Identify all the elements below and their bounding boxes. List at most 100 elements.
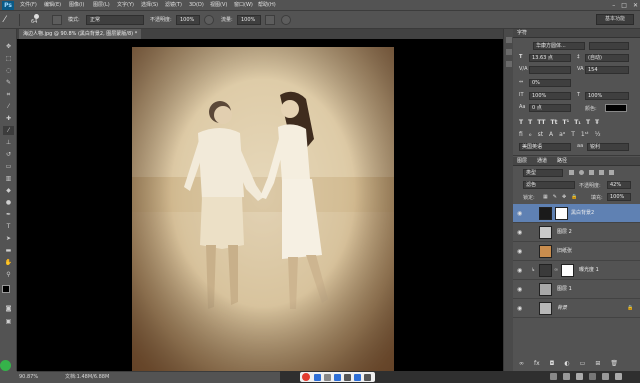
menu-3d[interactable]: 3D(D) [189,1,204,10]
leading-field[interactable]: (自动) [585,54,629,62]
delete-layer-icon[interactable]: 🗑 [610,360,618,367]
opacity-field[interactable]: 100% [176,15,200,25]
ligature-icon[interactable]: fi [519,131,523,138]
airbrush-icon[interactable] [265,15,275,25]
anti-alias-select[interactable]: 锐利 [587,143,629,151]
network-icon[interactable] [563,373,570,380]
visibility-eye-icon[interactable]: ◉ [517,248,524,255]
layer-row-1[interactable]: ◉ 图层 1 [513,280,640,299]
document-tab[interactable]: 海边人物.jpg @ 90.8% (黑白背景2, 图层蒙版/8) * [19,29,142,39]
eraser-icon[interactable]: ▭ [3,162,14,171]
fill-field[interactable]: 100% [607,193,631,201]
shape-tool-icon[interactable]: ▬ [3,246,14,255]
menu-layer[interactable]: 图层(L) [93,1,110,10]
visibility-eye-icon[interactable]: ◉ [517,286,524,293]
layer-kind-filter[interactable]: 类型 [523,169,563,177]
new-layer-icon[interactable]: ⊞ [595,360,600,367]
move-tool-icon[interactable]: ✥ [3,42,14,51]
brush-preset-picker[interactable]: 64 [30,14,46,26]
ordinal-icon[interactable]: aᵃ [559,131,565,138]
workspace-select[interactable]: 基本功能 [596,14,634,25]
type-tool-icon[interactable]: T [3,222,14,231]
lock-pixels-icon[interactable]: ▦ [543,194,548,200]
history-panel-icon[interactable] [506,37,512,43]
tray-icon[interactable] [602,373,609,380]
fraction-icon[interactable]: T [571,131,575,138]
layer-style-icon[interactable]: fx [534,360,540,367]
visibility-eye-icon[interactable]: ◉ [517,305,524,312]
font-style-select[interactable] [589,42,629,50]
vertical-scale-field[interactable]: 100% [529,92,571,100]
visibility-eye-icon[interactable]: ◉ [517,229,524,236]
visibility-eye-icon[interactable]: ◉ [517,267,524,274]
menu-type[interactable]: 文字(Y) [117,1,134,10]
pixel-filter-icon[interactable] [569,170,574,175]
layer-row-exposure[interactable]: ◉ ↳ ∞ 曝光度 1 [513,261,640,280]
menu-file[interactable]: 文件(F) [20,1,37,10]
zoom-tool-icon[interactable]: ⚲ [3,270,14,279]
menu-edit[interactable]: 编辑(E) [44,1,61,10]
gradient-tool-icon[interactable]: ▥ [3,174,14,183]
underline-icon[interactable]: T [586,119,590,126]
titling-icon[interactable]: A [549,131,553,138]
font-size-field[interactable]: 13.63 点 [529,54,571,62]
foreground-color[interactable] [2,285,10,293]
dodge-tool-icon[interactable]: ● [3,198,14,207]
shape-filter-icon[interactable] [599,170,604,175]
paragraph-panel-icon[interactable] [506,61,512,67]
tab-layers[interactable]: 图层 [517,157,527,165]
ime-logo-icon[interactable] [302,373,310,381]
new-group-icon[interactable]: ▭ [580,360,586,367]
healing-brush-icon[interactable]: ✚ [3,114,14,123]
mode-select[interactable]: 正常 [86,15,144,25]
character-panel-tab[interactable]: 字符 [513,29,640,38]
volume-icon[interactable] [576,373,583,380]
layer-opacity-field[interactable]: 42% [607,181,631,189]
tray-icon[interactable] [615,373,622,380]
lasso-tool-icon[interactable]: ◌ [3,66,14,75]
baseline-field[interactable]: 0 点 [529,104,571,112]
quick-select-icon[interactable]: ✎ [3,78,14,87]
green-circle-icon[interactable] [0,360,11,371]
all-caps-icon[interactable]: TT [537,119,545,126]
layer-row-background[interactable]: ◉ 背景 🔒 [513,299,640,318]
swash-icon[interactable]: ℴ [529,131,532,138]
brush-panel-icon[interactable] [52,15,62,25]
lock-move-icon[interactable]: ✥ [562,194,566,200]
layer-row-old-paper[interactable]: ◉ 旧纸张 [513,242,640,261]
tray-icon[interactable] [589,373,596,380]
marquee-tool-icon[interactable]: ⬚ [3,54,14,63]
adjustment-filter-icon[interactable] [579,170,584,175]
layer-row-bw-background[interactable]: ◉ 黑白背景2 [513,204,640,223]
faux-bold-icon[interactable]: T [519,119,523,126]
screen-mode-icon[interactable]: ▣ [3,317,14,326]
hand-tool-icon[interactable]: ✋ [3,258,14,267]
menu-filter[interactable]: 滤镜(T) [165,1,182,10]
blend-mode-select[interactable]: 滤色 [523,181,575,189]
tab-channels[interactable]: 通道 [537,157,547,165]
minimize-icon[interactable]: – [612,1,615,10]
menu-help[interactable]: 帮助(H) [258,1,276,10]
flow-field[interactable]: 100% [237,15,261,25]
lock-paint-icon[interactable]: ✎ [553,194,557,200]
blur-tool-icon[interactable]: ◆ [3,186,14,195]
pressure-opacity-icon[interactable] [204,15,214,25]
smart-filter-icon[interactable] [609,170,614,175]
language-select[interactable]: 美国英语 [519,143,571,151]
link-layers-icon[interactable]: ∞ [519,360,524,367]
type-filter-icon[interactable] [589,170,594,175]
strikethrough-icon[interactable]: Ŧ [595,119,599,126]
tab-paths[interactable]: 路径 [557,157,567,165]
maximize-icon[interactable]: □ [621,1,627,10]
ime-tools-icon[interactable] [364,374,371,381]
fractions-icon[interactable]: ½ [595,131,601,138]
visibility-eye-icon[interactable]: ◉ [517,210,524,217]
pressure-size-icon[interactable] [281,15,291,25]
tracking-field[interactable]: 154 [585,66,629,74]
proportional-spacing-field[interactable]: 0% [529,79,571,87]
layer-row-2[interactable]: ◉ 图层 2 [513,223,640,242]
ime-toolbar[interactable] [300,372,375,382]
menu-window[interactable]: 窗口(W) [234,1,253,10]
layer-mask-thumb[interactable] [561,264,574,277]
ime-voice-icon[interactable] [334,374,341,381]
